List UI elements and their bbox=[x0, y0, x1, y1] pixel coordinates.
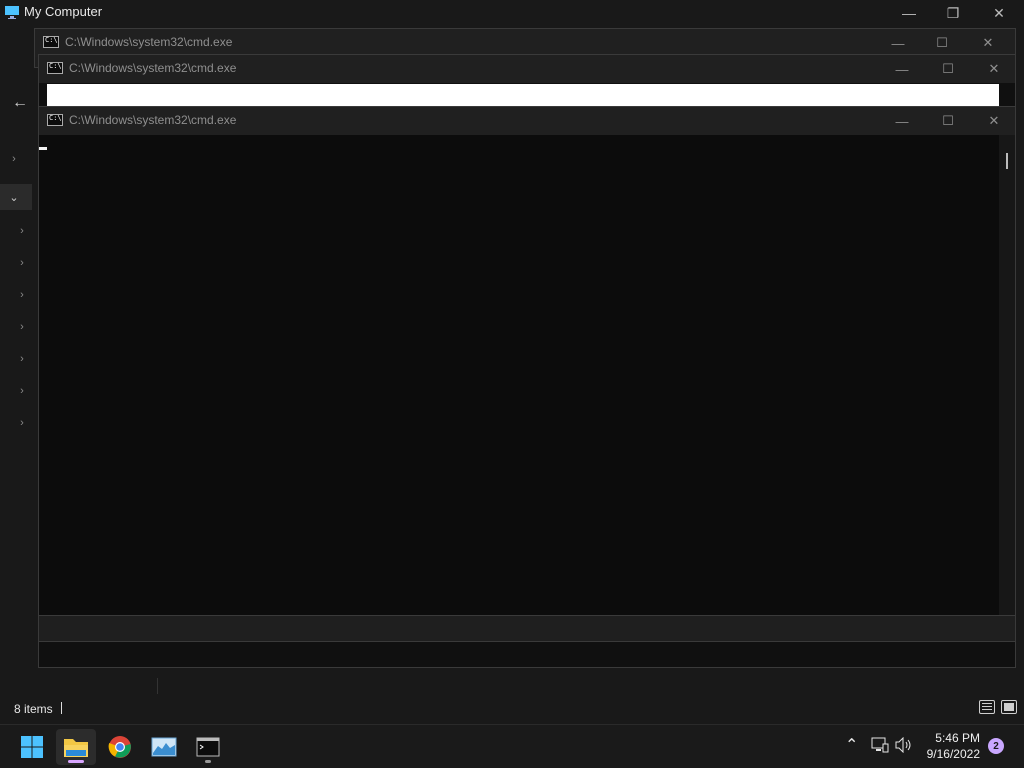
cmd-window-title: C:\Windows\system32\cmd.exe bbox=[69, 113, 237, 127]
volume-icon[interactable] bbox=[895, 737, 913, 753]
cmd-titlebar[interactable]: C:\Windows\system32\cmd.exe — ☐ ✕ bbox=[39, 55, 1015, 83]
notification-badge[interactable]: 2 bbox=[988, 738, 1004, 754]
taskbar-resource-monitor[interactable] bbox=[144, 729, 184, 765]
details-view-icon[interactable] bbox=[979, 700, 995, 714]
chrome-icon bbox=[108, 736, 131, 758]
cmd-titlebar[interactable]: C:\Windows\system32\cmd.exe — ☐ ✕ bbox=[35, 29, 1015, 57]
status-divider bbox=[61, 702, 62, 714]
clock-time: 5:46 PM bbox=[935, 731, 980, 745]
cmd-window-title: C:\Windows\system32\cmd.exe bbox=[69, 61, 237, 75]
computer-icon bbox=[5, 6, 19, 19]
taskbar-file-explorer[interactable] bbox=[56, 729, 96, 765]
system-clock[interactable]: 5:46 PM 9/16/2022 bbox=[927, 730, 980, 762]
start-icon bbox=[21, 736, 43, 758]
maximize-button[interactable]: ☐ bbox=[919, 29, 965, 57]
window-title: My Computer bbox=[24, 4, 103, 19]
scrollbar-thumb[interactable] bbox=[1006, 153, 1008, 169]
chevron-right-icon[interactable]: › bbox=[16, 225, 28, 237]
taskbar-command-prompt[interactable] bbox=[188, 729, 228, 765]
cmd-window-title: C:\Windows\system32\cmd.exe bbox=[65, 35, 233, 49]
cmd-icon bbox=[47, 114, 63, 126]
restore-button[interactable]: ❐ bbox=[930, 0, 976, 26]
chevron-right-icon[interactable]: › bbox=[16, 289, 28, 301]
resource-monitor-icon bbox=[151, 737, 177, 757]
chevron-right-icon[interactable]: › bbox=[16, 257, 28, 269]
start-button[interactable] bbox=[12, 729, 52, 765]
chevron-right-icon[interactable]: › bbox=[16, 353, 28, 365]
tiles-view-icon[interactable] bbox=[1001, 700, 1017, 714]
vertical-scrollbar[interactable] bbox=[999, 135, 1015, 615]
cmd-icon bbox=[47, 62, 63, 74]
network-icon[interactable] bbox=[871, 737, 889, 753]
chevron-down-icon[interactable]: ⌄ bbox=[8, 191, 20, 204]
chevron-right-icon[interactable]: › bbox=[8, 153, 20, 165]
close-button[interactable]: ✕ bbox=[965, 29, 1011, 57]
close-button[interactable]: ✕ bbox=[971, 107, 1017, 135]
maximize-button[interactable]: ☐ bbox=[925, 55, 971, 83]
explorer-titlebar[interactable]: My Computer — ❐ ✕ bbox=[0, 0, 1024, 26]
close-button[interactable]: ✕ bbox=[976, 0, 1022, 26]
minimize-button[interactable]: — bbox=[879, 55, 925, 83]
chevron-right-icon[interactable]: › bbox=[16, 417, 28, 429]
text-cursor bbox=[39, 147, 47, 150]
taskbar: ⌃ 5:46 PM 9/16/2022 2 bbox=[0, 724, 1024, 768]
minimize-button[interactable]: — bbox=[879, 107, 925, 135]
maximize-button[interactable]: ☐ bbox=[925, 107, 971, 135]
cmd-icon bbox=[43, 36, 59, 48]
divider bbox=[157, 678, 158, 694]
close-button[interactable]: ✕ bbox=[971, 55, 1017, 83]
minimize-button[interactable]: — bbox=[875, 29, 921, 57]
cmd-titlebar[interactable]: C:\Windows\system32\cmd.exe — ☐ ✕ bbox=[39, 107, 1015, 135]
chevron-right-icon[interactable]: › bbox=[16, 385, 28, 397]
console-output-area[interactable] bbox=[39, 135, 1015, 615]
clock-date: 9/16/2022 bbox=[926, 747, 980, 761]
taskbar-chrome[interactable] bbox=[100, 729, 140, 765]
item-count-status: 8 items bbox=[14, 702, 53, 716]
active-indicator bbox=[68, 760, 84, 763]
running-indicator bbox=[205, 760, 211, 763]
show-hidden-icons-icon[interactable]: ⌃ bbox=[845, 735, 858, 755]
minimize-button[interactable]: — bbox=[886, 0, 932, 26]
command-prompt-icon bbox=[196, 737, 220, 757]
chevron-right-icon[interactable]: › bbox=[16, 321, 28, 333]
back-arrow-icon[interactable]: ← bbox=[12, 94, 30, 112]
console-content-area[interactable] bbox=[47, 84, 999, 106]
file-explorer-icon bbox=[64, 739, 88, 757]
cmd-window-active: C:\Windows\system32\cmd.exe — ☐ ✕ bbox=[38, 106, 1016, 642]
console-footer bbox=[39, 615, 1015, 641]
